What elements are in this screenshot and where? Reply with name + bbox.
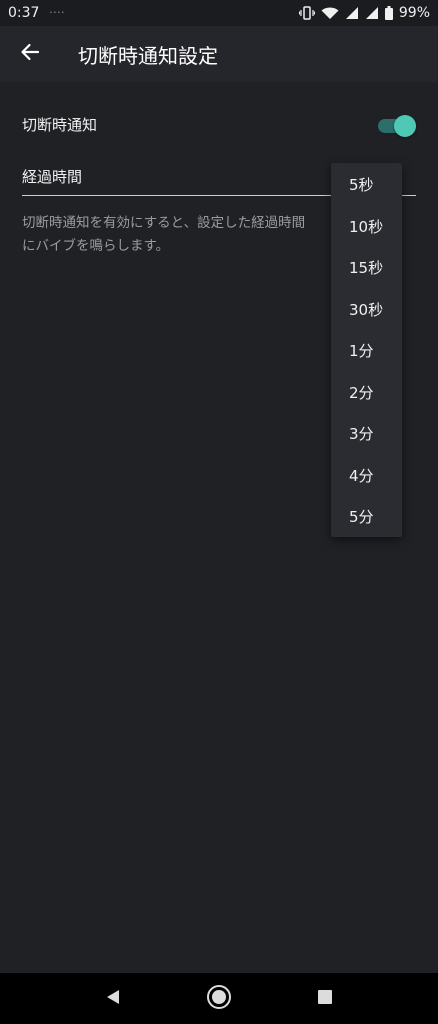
recents-square-icon xyxy=(317,989,333,1009)
status-bar: 0:37 •••• 99% xyxy=(0,0,438,26)
signal-icon-2 xyxy=(365,6,379,20)
screen: 0:37 •••• 99% 切断時通知設定 切断時通知 経過時間 切断時通知を有… xyxy=(0,0,438,1024)
page-title: 切断時通知設定 xyxy=(78,43,218,68)
dropdown-option-4m[interactable]: 4分 xyxy=(331,455,402,497)
wifi-icon xyxy=(321,6,339,20)
back-triangle-icon xyxy=(105,989,121,1009)
system-nav-bar xyxy=(0,973,438,1024)
notify-setting-row[interactable]: 切断時通知 xyxy=(22,104,418,144)
dropdown-option-15s[interactable]: 15秒 xyxy=(331,247,402,289)
nav-home-button[interactable] xyxy=(199,979,239,1019)
dropdown-option-3m[interactable]: 3分 xyxy=(331,413,402,455)
signal-icon xyxy=(345,6,359,20)
battery-icon xyxy=(384,6,393,20)
nav-back-button[interactable] xyxy=(93,979,133,1019)
notify-label: 切断時通知 xyxy=(22,115,98,134)
nav-recents-button[interactable] xyxy=(305,979,345,1019)
elapsed-time-dropdown: 5秒 10秒 15秒 30秒 1分 2分 3分 4分 5分 xyxy=(331,163,402,537)
notify-toggle[interactable] xyxy=(378,114,416,137)
vibrate-icon xyxy=(298,6,315,20)
dropdown-option-30s[interactable]: 30秒 xyxy=(331,289,402,331)
notification-dots: •••• xyxy=(49,10,66,16)
arrow-back-icon xyxy=(20,42,40,66)
dropdown-option-2m[interactable]: 2分 xyxy=(331,372,402,414)
home-circle-icon xyxy=(206,984,232,1014)
app-bar: 切断時通知設定 xyxy=(0,26,438,82)
dropdown-option-1m[interactable]: 1分 xyxy=(331,330,402,372)
dropdown-option-5m[interactable]: 5分 xyxy=(331,496,402,538)
dropdown-option-5s[interactable]: 5秒 xyxy=(331,164,402,206)
status-icons: 99% xyxy=(298,5,430,21)
back-button[interactable] xyxy=(2,26,58,82)
dropdown-option-10s[interactable]: 10秒 xyxy=(331,206,402,248)
toggle-thumb xyxy=(394,115,416,137)
status-time: 0:37 xyxy=(8,5,40,21)
battery-percent: 99% xyxy=(398,5,430,21)
elapsed-time-label: 経過時間 xyxy=(22,168,83,186)
